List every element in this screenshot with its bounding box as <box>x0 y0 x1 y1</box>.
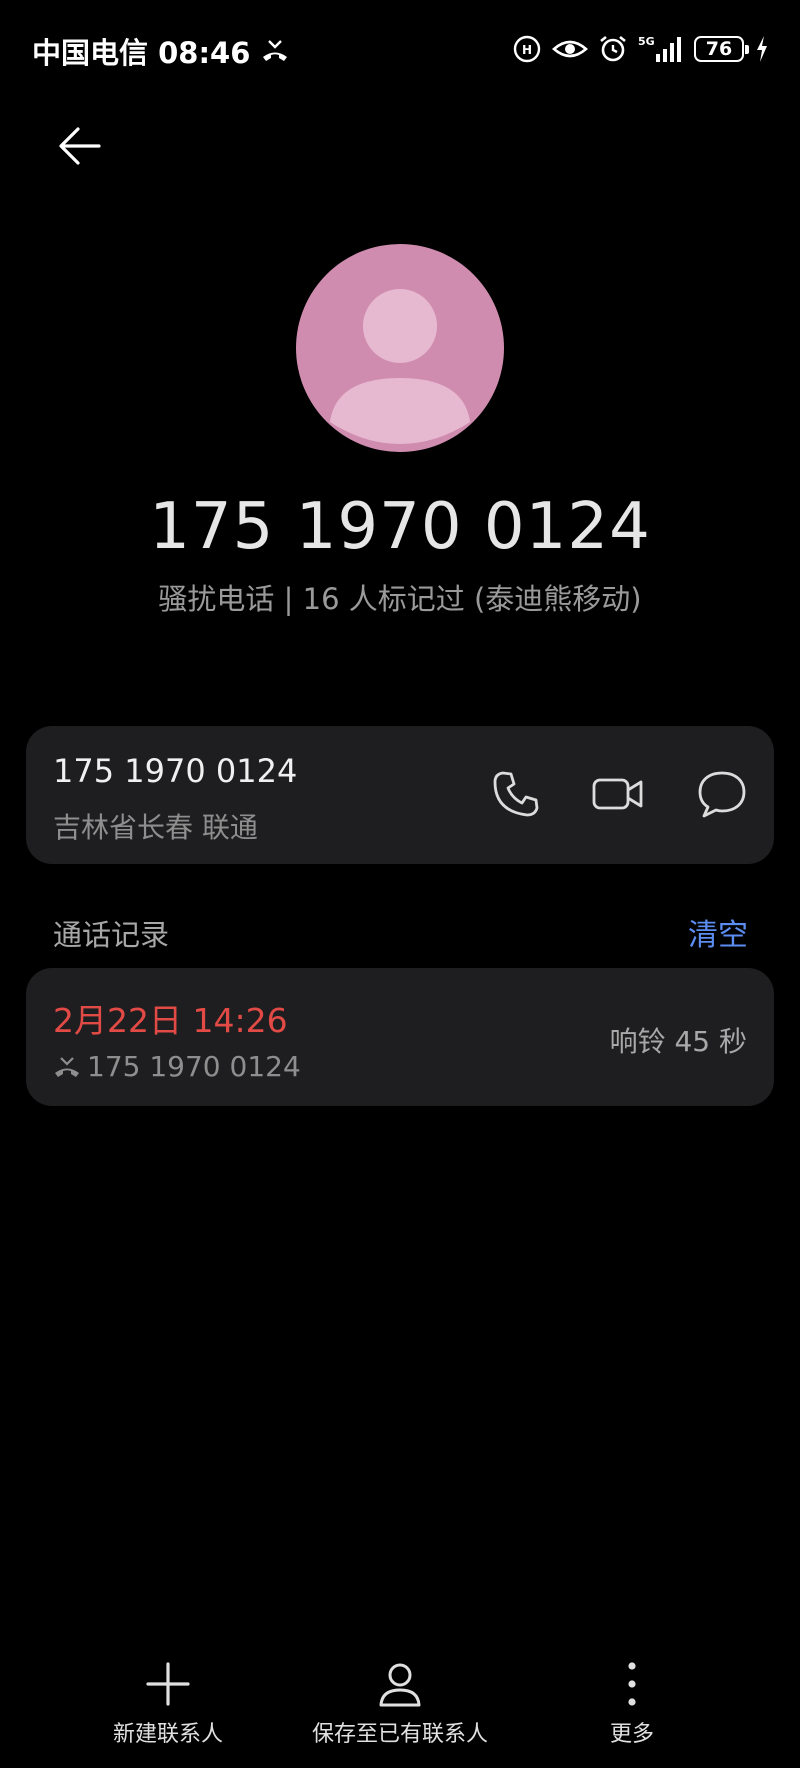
status-bar: 中国电信 08:46 H 5G 76 <box>0 0 800 100</box>
new-contact-button[interactable]: 新建联系人 <box>100 1660 236 1748</box>
call-log-number: 175 1970 0124 <box>87 1050 301 1083</box>
video-call-button[interactable] <box>586 762 650 826</box>
call-log-duration: 响铃 45 秒 <box>609 1025 747 1058</box>
missed-call-icon <box>55 1056 79 1077</box>
call-log-title: 通话记录 <box>53 918 170 952</box>
carrier-time-text: 中国电信 08:46 <box>32 36 251 70</box>
network-label: 5G <box>638 35 655 48</box>
missed-call-icon <box>263 40 288 61</box>
svg-text:H: H <box>522 43 532 57</box>
arrow-left-icon <box>59 127 101 165</box>
person-outline-icon <box>379 1663 421 1707</box>
battery-icon: 76 <box>694 36 749 62</box>
more-label: 更多 <box>609 1722 654 1747</box>
charging-icon <box>757 36 767 62</box>
battery-level: 76 <box>705 38 733 60</box>
eye-icon <box>552 40 588 58</box>
carrier-time: 中国电信 08:46 <box>32 30 290 72</box>
call-button[interactable] <box>484 762 548 826</box>
message-icon <box>698 771 746 818</box>
avatar <box>296 244 504 452</box>
contact-detail-screen: 中国电信 08:46 H 5G 76 175 1970 0124 骚扰电话 | … <box>0 0 800 1768</box>
call-log-entry[interactable]: 2月22日 14:26 175 1970 0124 响铃 45 秒 <box>26 968 774 1106</box>
person-icon <box>330 289 470 444</box>
clear-log-button[interactable]: 清空 <box>688 910 748 954</box>
call-log-number-row: 175 1970 0124 <box>53 1050 301 1083</box>
bottom-toolbar: 新建联系人 保存至已有联系人 更多 <box>0 1660 800 1768</box>
save-to-existing-button[interactable]: 保存至已有联系人 <box>300 1660 500 1748</box>
more-vertical-icon <box>628 1662 636 1706</box>
hd-icon: H <box>513 35 541 63</box>
more-button[interactable]: 更多 <box>592 1660 672 1748</box>
video-call-icon <box>592 778 643 810</box>
contact-number-title: 175 1970 0124 <box>149 490 651 564</box>
card-location: 吉林省长春 联通 <box>53 811 258 844</box>
back-button[interactable] <box>52 118 108 174</box>
alarm-icon <box>600 35 626 62</box>
plus-icon <box>146 1662 190 1706</box>
number-card: 175 1970 0124 吉林省长春 联通 <box>26 726 774 864</box>
signal-icon: 5G <box>638 35 681 62</box>
call-log-time: 2月22日 14:26 <box>53 1001 288 1040</box>
message-button[interactable] <box>690 762 754 826</box>
save-to-existing-label: 保存至已有联系人 <box>311 1722 488 1747</box>
status-icons: H 5G 76 <box>512 34 770 64</box>
spam-tag-label: 骚扰电话 | 16 人标记过 (泰迪熊移动) <box>158 582 642 616</box>
card-phone-number: 175 1970 0124 <box>53 752 298 790</box>
new-contact-label: 新建联系人 <box>112 1722 223 1747</box>
phone-icon <box>493 771 539 817</box>
